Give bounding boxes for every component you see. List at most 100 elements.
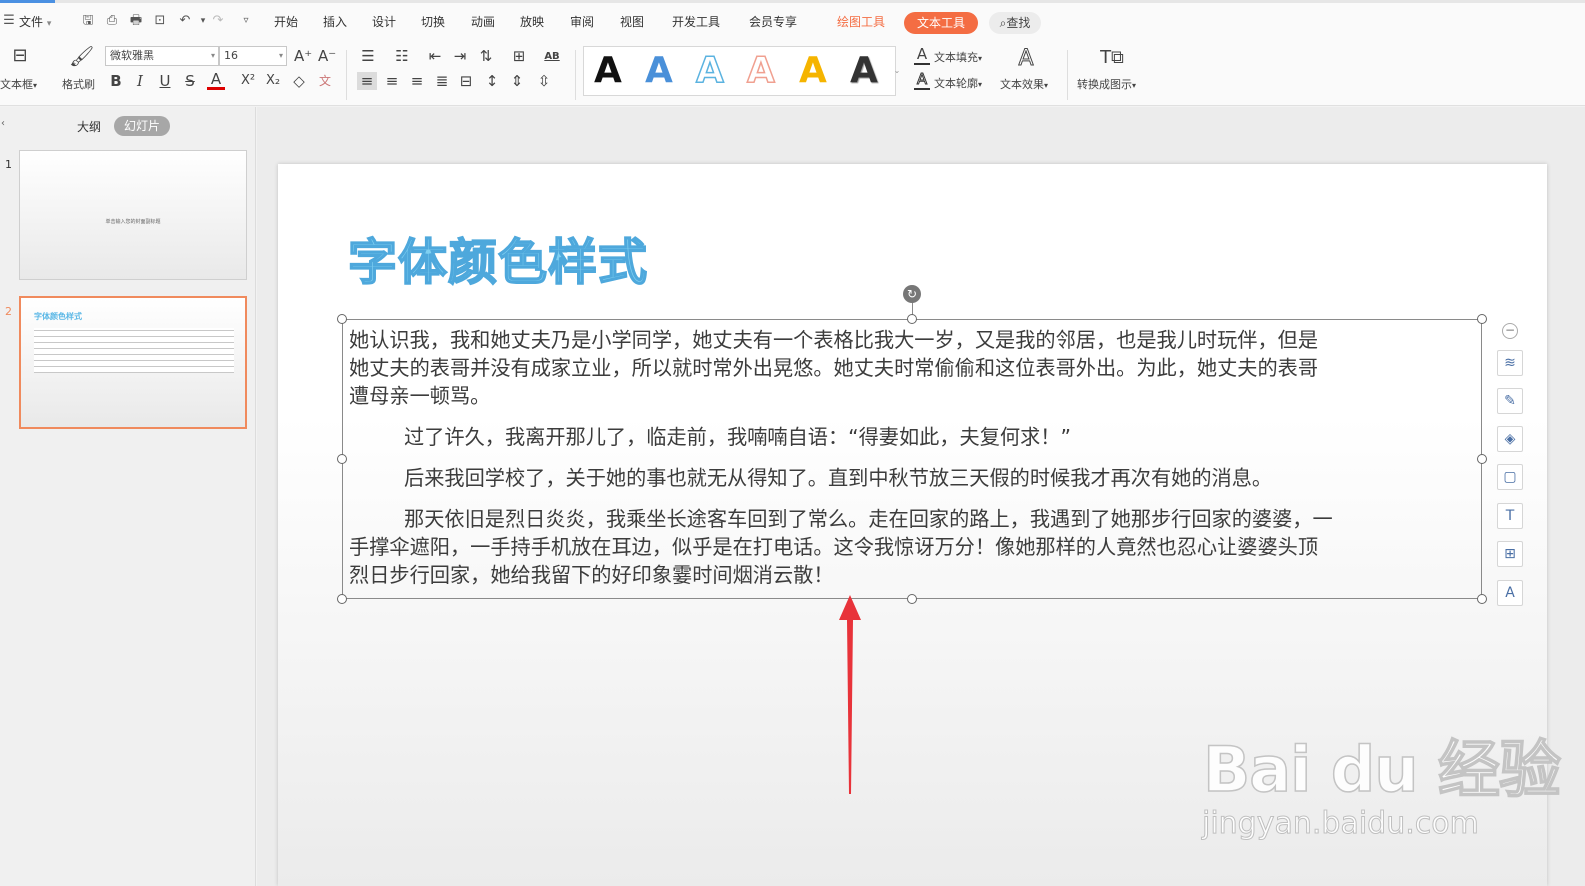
text-outline-icon[interactable]: A	[914, 71, 930, 90]
arrow-shape	[839, 595, 861, 794]
print-preview-icon[interactable]: ⊡	[152, 13, 168, 29]
format-painter-icon[interactable]: 🖌	[69, 46, 94, 66]
column-icon[interactable]: AB	[542, 48, 562, 66]
chevron-down-icon: ▾	[978, 80, 983, 89]
text-wrap-icon[interactable]: ⊞	[1497, 541, 1523, 567]
clear-format-icon[interactable]: ◇	[290, 72, 308, 90]
tab-transition[interactable]: 切换	[421, 14, 445, 30]
collapse-panel-icon[interactable]: ‹	[1, 118, 5, 129]
justify-icon[interactable]: ≣	[433, 72, 451, 90]
slide-title[interactable]: 字体颜色样式	[347, 233, 648, 292]
redo-icon[interactable]: ↷	[210, 13, 226, 29]
resize-handle-bottom-left[interactable]	[337, 594, 347, 604]
resize-handle-bottom[interactable]	[907, 594, 917, 604]
tab-slideshow[interactable]: 放映	[520, 14, 544, 30]
tab-animation[interactable]: 动画	[471, 14, 495, 30]
slide-thumbnail-panel: ‹ 大纲 幻灯片 1 单击输入您的封面副标题 2 字体颜色样式	[0, 107, 256, 886]
text-fill-button[interactable]: 文本填充▾	[934, 49, 982, 65]
resize-handle-top-right[interactable]	[1477, 314, 1487, 324]
hamburger-menu-icon[interactable]: ☰	[1, 13, 17, 29]
tab-slides[interactable]: 幻灯片	[114, 116, 170, 136]
save-icon[interactable]: 🖫	[80, 13, 96, 29]
tab-home[interactable]: 开始	[274, 14, 298, 30]
collapse-toolbar-icon[interactable]: −	[1502, 323, 1518, 339]
resize-handle-left[interactable]	[337, 454, 347, 464]
tab-text-tools[interactable]: 文本工具	[904, 12, 978, 34]
style-preset-shadow[interactable]: A	[850, 51, 878, 91]
font-name-select[interactable]: 微软雅黑 ▾	[105, 46, 219, 66]
phonetic-guide-icon[interactable]: 文	[314, 72, 336, 90]
title-strip	[0, 0, 1585, 3]
superscript-icon[interactable]: X²	[239, 72, 257, 90]
customize-toolbar-icon[interactable]: ▿	[238, 13, 254, 29]
text-effects-button[interactable]: 文本效果▾	[1000, 76, 1048, 92]
paragraph-spacing-icon[interactable]: ⇕	[508, 72, 526, 90]
pen-icon[interactable]: ✎	[1497, 388, 1523, 414]
text-direction-icon[interactable]: ⇅	[477, 47, 495, 65]
align-left-icon[interactable]: ≡	[357, 72, 377, 90]
style-preset-blue[interactable]: A	[645, 51, 673, 91]
style-preset-blue-outline[interactable]: A	[695, 50, 724, 92]
output-pdf-icon[interactable]: ⎙	[104, 13, 120, 29]
slide-thumbnail-2[interactable]: 字体颜色样式	[19, 296, 247, 429]
watermark-logo: Bai du 经验	[1202, 733, 1562, 806]
italic-icon[interactable]: I	[132, 72, 148, 90]
text-style-gallery[interactable]: A A A A A A	[583, 46, 896, 96]
tab-outline[interactable]: 大纲	[77, 118, 101, 135]
format-painter-label[interactable]: 格式刷	[62, 76, 95, 92]
gallery-expand-icon[interactable]: ⌄	[891, 46, 903, 96]
convert-to-smartart-icon[interactable]: T⧉	[1099, 46, 1125, 70]
text-effects-icon[interactable]: A	[1014, 46, 1038, 71]
increase-indent-icon[interactable]: ⇥	[451, 47, 469, 65]
tab-developer[interactable]: 开发工具	[672, 14, 720, 30]
resize-handle-bottom-right[interactable]	[1477, 594, 1487, 604]
slide-thumbnail-1[interactable]: 单击输入您的封面副标题	[19, 150, 247, 280]
rotate-handle-icon[interactable]: ↻	[903, 285, 921, 303]
bullet-list-icon[interactable]: ☰	[359, 47, 377, 65]
print-icon[interactable]: 🖶	[128, 13, 144, 29]
align-center-icon[interactable]: ≡	[383, 72, 401, 90]
search-button[interactable]: ⌕查找	[989, 12, 1041, 34]
tab-design[interactable]: 设计	[372, 14, 396, 30]
line-spacing-menu-icon[interactable]: ⇳	[533, 72, 555, 90]
strikethrough-icon[interactable]: S	[182, 72, 198, 90]
bold-icon[interactable]: B	[108, 72, 124, 90]
tab-view[interactable]: 视图	[620, 14, 644, 30]
increase-font-icon[interactable]: A⁺	[294, 47, 312, 65]
style-preset-gold[interactable]: A	[799, 51, 827, 91]
tab-insert[interactable]: 插入	[323, 14, 347, 30]
font-color-icon[interactable]: A	[207, 72, 225, 90]
font-size-select[interactable]: 16 ▾	[219, 46, 287, 66]
file-menu[interactable]: 文件 ▾	[19, 14, 51, 32]
style-preset-black[interactable]: A	[594, 51, 622, 91]
line-spacing-icon[interactable]: ↕	[483, 72, 501, 90]
textbox-icon[interactable]: ⊟	[7, 47, 33, 65]
text-fill-icon[interactable]: A	[914, 47, 930, 65]
resize-handle-right[interactable]	[1477, 454, 1487, 464]
tab-review[interactable]: 审阅	[570, 14, 594, 30]
resize-handle-top-left[interactable]	[337, 314, 347, 324]
resize-handle-top[interactable]	[907, 314, 917, 324]
text-box-tool-icon[interactable]: T	[1497, 503, 1523, 529]
tab-drawing-tools[interactable]: 绘图工具	[837, 14, 885, 30]
distribute-icon[interactable]: ⊟	[457, 72, 475, 90]
fill-bucket-icon[interactable]: ◈	[1497, 426, 1523, 452]
convert-to-smartart-button[interactable]: 转换成图示▾	[1077, 76, 1136, 92]
align-text-icon[interactable]: ⊞	[510, 47, 528, 65]
textbox-selection-frame[interactable]	[342, 319, 1482, 599]
shape-outline-icon[interactable]: ▢	[1497, 464, 1523, 490]
style-preset-orange-outline[interactable]: A	[746, 50, 775, 92]
text-outline-button[interactable]: 文本轮廓▾	[934, 75, 982, 91]
underline-icon[interactable]: U	[157, 72, 173, 90]
decrease-font-icon[interactable]: A⁻	[318, 47, 336, 65]
layers-icon[interactable]: ≋	[1497, 350, 1523, 376]
tab-member[interactable]: 会员专享	[749, 14, 797, 30]
undo-dropdown-icon[interactable]: ▾	[195, 13, 211, 29]
text-style-icon[interactable]: A	[1497, 580, 1523, 606]
textbox-button[interactable]: 文本框▾	[0, 76, 37, 92]
numbered-list-icon[interactable]: ☷	[393, 47, 411, 65]
align-right-icon[interactable]: ≡	[408, 72, 426, 90]
undo-icon[interactable]: ↶	[177, 13, 193, 29]
decrease-indent-icon[interactable]: ⇤	[426, 47, 444, 65]
subscript-icon[interactable]: X₂	[264, 72, 282, 90]
